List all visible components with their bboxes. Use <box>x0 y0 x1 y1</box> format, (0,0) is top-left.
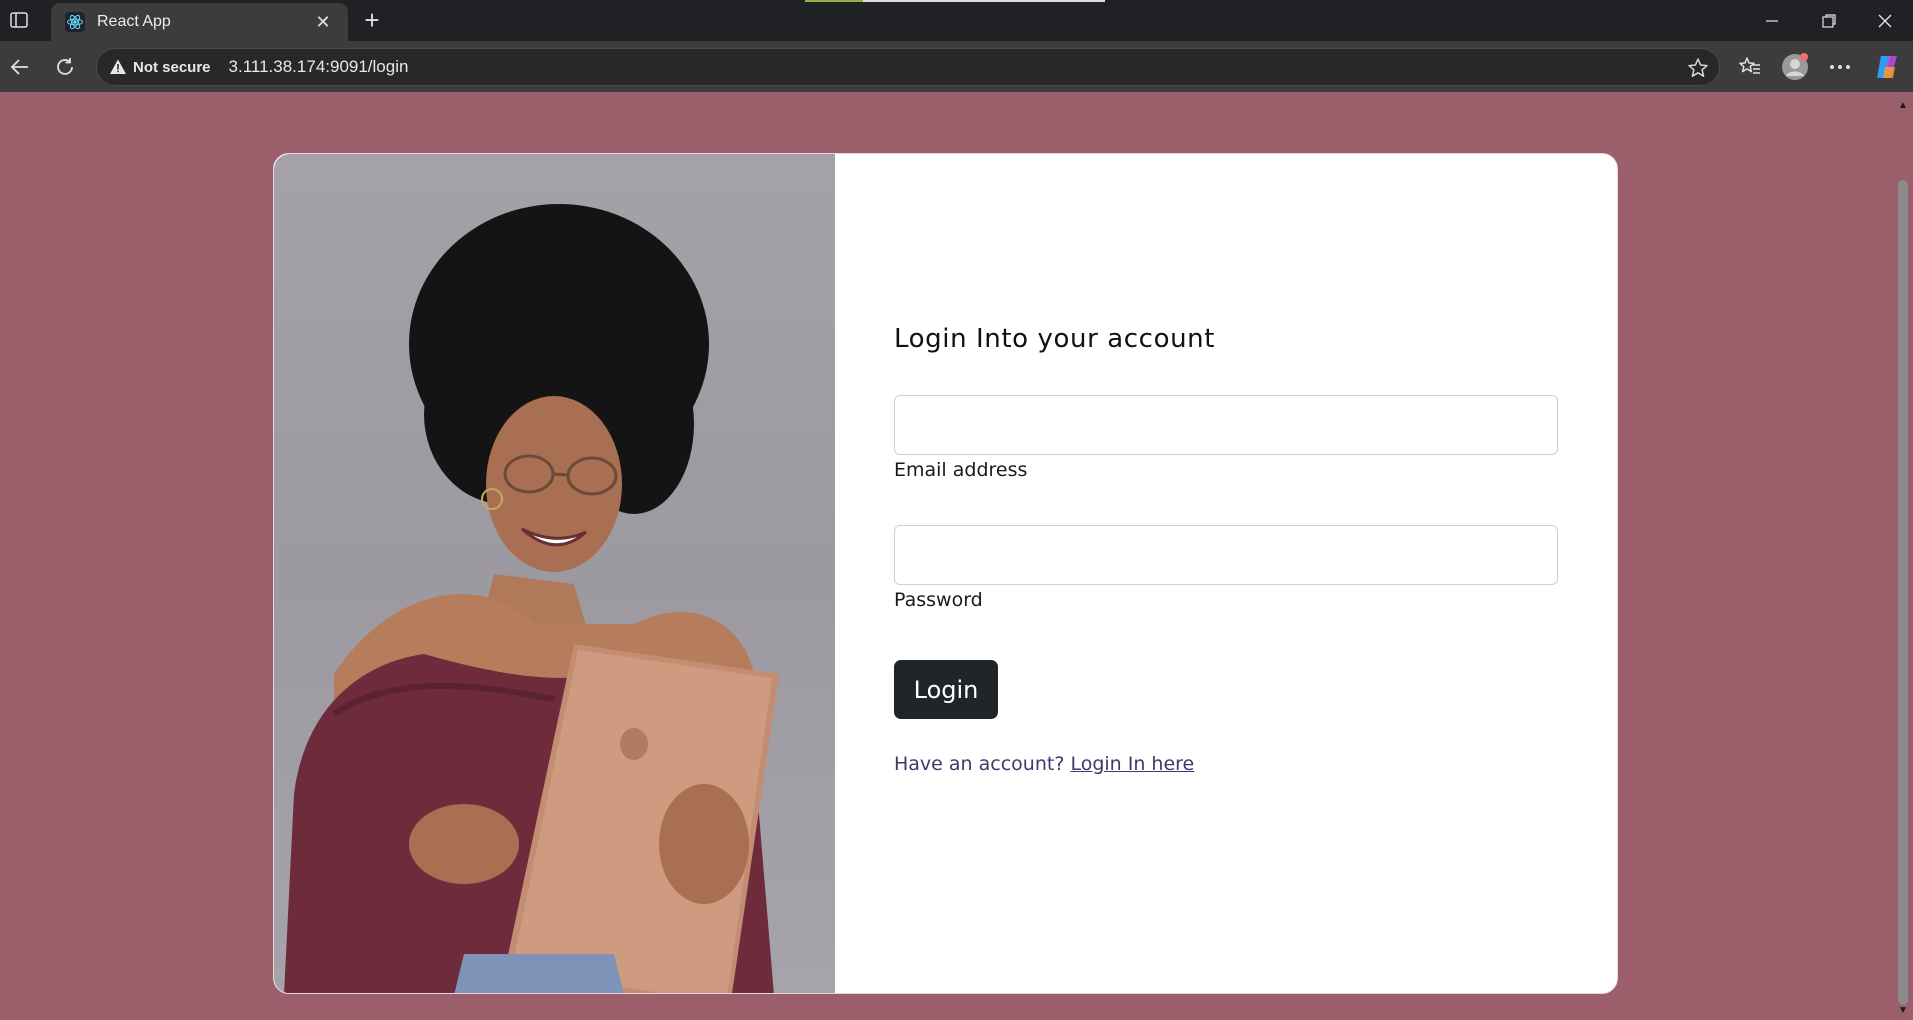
scroll-up-arrow-icon[interactable]: ▲ <box>1896 100 1910 112</box>
email-field[interactable] <box>894 395 1558 455</box>
react-logo-icon <box>65 12 85 32</box>
tab-strip-accent-green <box>805 0 863 2</box>
sidebar-toggle-icon[interactable] <box>8 10 30 30</box>
login-card: Login Into your account Email address Pa… <box>273 153 1618 994</box>
browser-tab-bar: React App ✕ + <box>0 0 1913 41</box>
login-button[interactable]: Login <box>894 660 998 719</box>
address-bar[interactable]: Not secure 3.111.38.174:9091/login <box>96 48 1720 86</box>
reload-icon[interactable] <box>50 52 80 82</box>
new-tab-icon[interactable]: + <box>358 7 386 35</box>
page-title: Login Into your account <box>894 324 1216 354</box>
url-text[interactable]: 3.111.38.174:9091/login <box>229 57 409 77</box>
more-options-icon[interactable] <box>1825 52 1855 82</box>
profile-avatar-icon[interactable] <box>1780 52 1810 82</box>
favorite-star-icon[interactable] <box>1687 57 1709 79</box>
favorites-list-icon[interactable] <box>1735 52 1765 82</box>
security-status[interactable]: Not secure <box>133 59 211 76</box>
scroll-down-arrow-icon[interactable]: ▼ <box>1896 1005 1910 1017</box>
account-prompt: Have an account? Login In here <box>894 753 1194 775</box>
login-form: Login Into your account Email address Pa… <box>835 154 1617 993</box>
back-arrow-icon[interactable] <box>5 52 35 82</box>
close-tab-icon[interactable]: ✕ <box>312 12 334 32</box>
scrollbar-thumb[interactable] <box>1898 180 1908 1005</box>
woman-with-tablet-photo <box>274 154 835 993</box>
password-field[interactable] <box>894 525 1558 585</box>
copilot-icon[interactable] <box>1872 52 1902 82</box>
password-label: Password <box>894 589 983 611</box>
restore-icon[interactable] <box>1800 0 1857 41</box>
account-prompt-text: Have an account? <box>894 753 1071 775</box>
minimize-icon[interactable] <box>1743 0 1800 41</box>
tab-title: React App <box>97 13 171 30</box>
email-label: Email address <box>894 459 1028 481</box>
browser-tab[interactable]: React App ✕ <box>51 3 348 41</box>
warning-triangle-icon[interactable] <box>109 58 127 76</box>
close-window-icon[interactable] <box>1856 0 1913 41</box>
login-here-link[interactable]: Login In here <box>1070 753 1194 775</box>
